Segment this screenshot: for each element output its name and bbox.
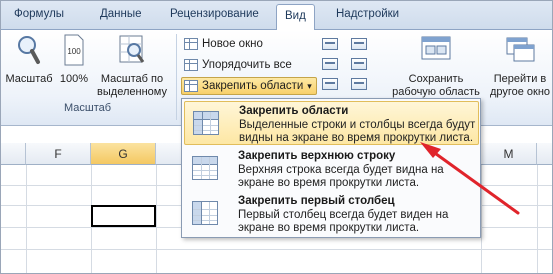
window-frame	[0, 0, 553, 274]
